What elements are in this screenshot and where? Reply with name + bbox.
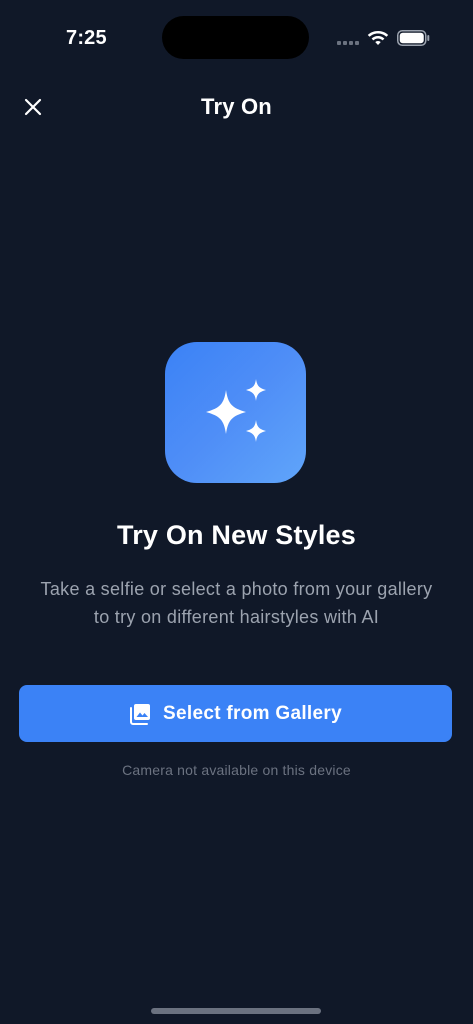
select-from-gallery-button[interactable]: Select from Gallery xyxy=(19,685,452,742)
wifi-icon xyxy=(367,31,389,45)
battery-icon xyxy=(397,30,430,46)
camera-unavailable-note: Camera not available on this device xyxy=(122,762,351,778)
hero-icon-tile xyxy=(165,342,306,483)
hero-subtitle: Take a selfie or select a photo from you… xyxy=(12,575,461,631)
home-indicator[interactable] xyxy=(151,1008,321,1014)
page-title: Try On xyxy=(201,94,272,119)
hero-title: Try On New Styles xyxy=(117,520,356,550)
hero-subtitle-line-1: Take a selfie or select a photo from you… xyxy=(40,579,433,599)
hero-subtitle-line-2: to try on different hairstyles with AI xyxy=(93,607,380,627)
photo-library-icon xyxy=(130,703,151,725)
status-time: 7:25 xyxy=(66,27,107,49)
status-bar: 7:25 xyxy=(0,0,473,70)
nav-bar: Try On xyxy=(0,84,473,130)
select-from-gallery-label: Select from Gallery xyxy=(163,702,342,724)
cellular-signal-icon xyxy=(337,41,359,45)
dynamic-island xyxy=(162,16,309,59)
sparkles-icon xyxy=(206,379,266,442)
